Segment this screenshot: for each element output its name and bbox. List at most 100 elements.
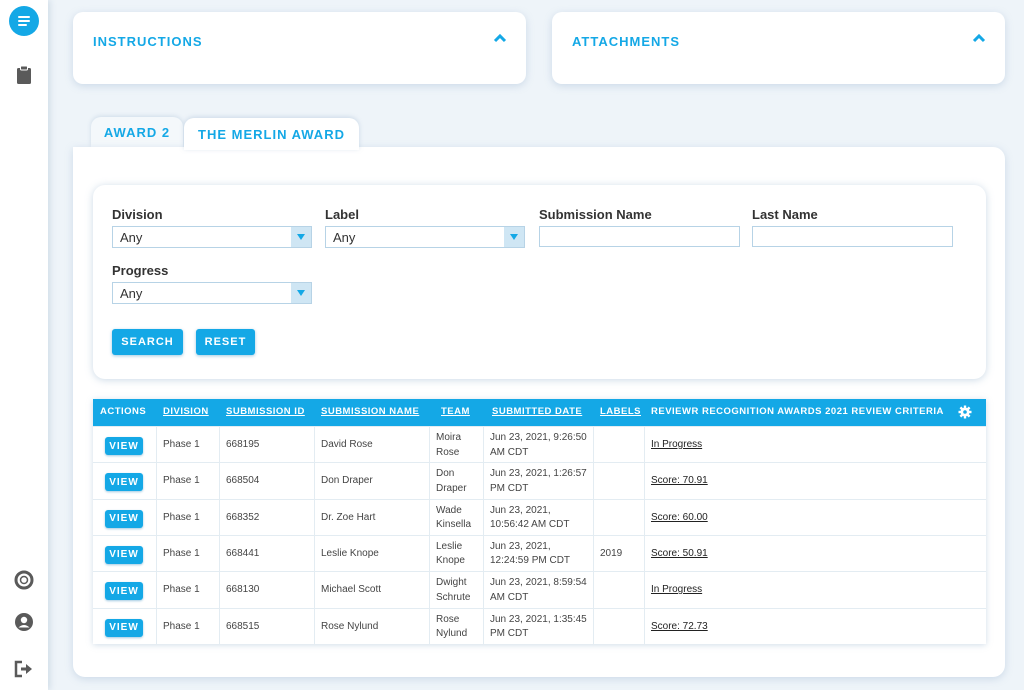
view-button[interactable]: VIEW xyxy=(105,618,143,637)
chevron-up-icon[interactable] xyxy=(492,30,508,46)
cell-submission-name: David Rose xyxy=(321,439,373,450)
cell-submission-name: Michael Scott xyxy=(321,584,382,596)
last-name-label: Last Name xyxy=(752,207,818,222)
view-button[interactable]: VIEW xyxy=(105,473,143,492)
label-value: Any xyxy=(333,230,356,245)
cell-team-line1: Rose xyxy=(436,613,460,625)
view-button[interactable]: VIEW xyxy=(105,582,143,601)
cell-date-line2: 12:24:59 PM CDT xyxy=(490,555,571,567)
header-division[interactable]: DIVISION xyxy=(163,406,209,417)
cell-team-line2: Schrute xyxy=(436,591,471,603)
cell-team-line1: Moira xyxy=(436,432,462,443)
cell-submission-id: 668352 xyxy=(226,511,260,523)
sidebar xyxy=(0,0,48,690)
table-row: VIEW Phase 1 668504 Don Draper Don Draper Jun … xyxy=(93,462,986,498)
cell-team-line1: Leslie xyxy=(436,540,463,552)
cell-submitted-date: Jun 23, 2021, 12:24:59 PM CDT xyxy=(490,540,570,569)
header-actions: ACTIONS xyxy=(100,406,147,417)
search-button[interactable]: SEARCH xyxy=(112,329,183,355)
cell-date-line2: PM CDT xyxy=(490,482,529,494)
header-team[interactable]: TEAM xyxy=(441,406,470,417)
chevron-up-icon[interactable] xyxy=(971,30,987,46)
cell-date-line1: Jun 23, 2021, xyxy=(490,540,551,552)
cell-team-line2: Kinsella xyxy=(436,519,472,531)
header-submitted-date[interactable]: SUBMITTED DATE xyxy=(492,406,582,417)
cell-submission-id: 668130 xyxy=(226,584,260,596)
cell-review-status-link[interactable]: Score: 50.91 xyxy=(651,547,708,562)
view-button[interactable]: VIEW xyxy=(105,437,143,455)
cell-division: Phase 1 xyxy=(163,620,200,632)
cell-date-line1: Jun 23, 2021, 9:26:50 xyxy=(490,432,587,443)
submission-name-label: Submission Name xyxy=(539,207,652,222)
header-submission-name[interactable]: SUBMISSION NAME xyxy=(321,406,419,417)
submission-name-input[interactable] xyxy=(539,226,740,247)
dropdown-arrow-icon xyxy=(291,227,311,247)
cell-date-line1: Jun 23, 2021, xyxy=(490,504,551,516)
cell-team: Dwight Schrute xyxy=(436,576,470,605)
header-submission-id[interactable]: SUBMISSION ID xyxy=(226,406,305,417)
view-button[interactable]: VIEW xyxy=(105,509,143,528)
cell-submission-name: Dr. Zoe Hart xyxy=(321,511,376,523)
cell-submitted-date: Jun 23, 2021, 8:59:54 AM CDT xyxy=(490,576,587,605)
cell-date-line2: 10:56:42 AM CDT xyxy=(490,519,570,531)
cell-team: Rose Nylund xyxy=(436,613,467,642)
cell-review-status-link[interactable]: Score: 70.91 xyxy=(651,474,708,489)
cell-division: Phase 1 xyxy=(163,547,200,559)
cell-team-line1: Don xyxy=(436,468,455,480)
cell-submission-name: Don Draper xyxy=(321,475,373,487)
table-row: VIEW Phase 1 668515 Rose Nylund Rose Nylund Ju… xyxy=(93,607,986,644)
table-row: VIEW Phase 1 668352 Dr. Zoe Hart Wade Kinsell… xyxy=(93,498,986,535)
table-header: ACTIONS DIVISION SUBMISSION ID SUBMISSIO… xyxy=(93,399,986,426)
dropdown-arrow-icon xyxy=(504,227,524,247)
cell-team-line2: Draper xyxy=(436,482,467,494)
submissions-table: ACTIONS DIVISION SUBMISSION ID SUBMISSIO… xyxy=(93,399,986,644)
instructions-title: INSTRUCTIONS xyxy=(93,34,203,49)
cell-team: Leslie Knope xyxy=(436,540,465,569)
chat-logo-icon[interactable] xyxy=(9,6,39,36)
cell-team-line2: Rose xyxy=(436,446,460,458)
cell-submission-id: 668195 xyxy=(226,439,260,450)
table-row: VIEW Phase 1 668441 Leslie Knope Leslie Knope… xyxy=(93,534,986,571)
last-name-input[interactable] xyxy=(752,226,953,247)
cell-date-line2: AM CDT xyxy=(490,591,529,603)
logout-icon[interactable] xyxy=(12,657,36,681)
division-label: Division xyxy=(112,207,163,222)
gear-icon[interactable] xyxy=(958,405,972,419)
cell-team: Wade Kinsella xyxy=(436,504,471,533)
division-value: Any xyxy=(120,230,143,245)
cell-review-status-link[interactable]: In Progress xyxy=(651,438,702,453)
attachments-title: ATTACHMENTS xyxy=(572,34,681,49)
cell-review-status-link[interactable]: Score: 72.73 xyxy=(651,620,708,635)
tab-award-2[interactable]: AWARD 2 xyxy=(91,117,183,147)
header-labels[interactable]: LABELS xyxy=(600,406,641,417)
cell-date-line1: Jun 23, 2021, 8:59:54 xyxy=(490,577,587,589)
label-select[interactable]: Any xyxy=(325,226,525,248)
division-select[interactable]: Any xyxy=(112,226,312,248)
cell-team-line2: Nylund xyxy=(436,628,468,639)
help-lifebuoy-icon[interactable] xyxy=(12,568,36,592)
view-button[interactable]: VIEW xyxy=(105,545,143,564)
cell-submitted-date: Jun 23, 2021, 1:35:45 PM CDT xyxy=(490,613,587,642)
cell-division: Phase 1 xyxy=(163,439,200,450)
tab-the-merlin-award[interactable]: THE MERLIN AWARD xyxy=(184,118,359,150)
cell-team: Don Draper xyxy=(436,467,467,496)
dropdown-arrow-icon xyxy=(291,283,311,303)
cell-division: Phase 1 xyxy=(163,475,200,487)
progress-label: Progress xyxy=(112,263,169,278)
cell-review-status-link[interactable]: Score: 60.00 xyxy=(651,511,708,526)
cell-review-status-link[interactable]: In Progress xyxy=(651,583,702,598)
table-row: VIEW Phase 1 668195 David Rose Moira Rose Jun … xyxy=(93,426,986,462)
clipboard-icon[interactable] xyxy=(12,63,36,87)
cell-division: Phase 1 xyxy=(163,511,200,523)
cell-division: Phase 1 xyxy=(163,584,200,596)
user-profile-icon[interactable] xyxy=(12,610,36,634)
cell-submission-id: 668441 xyxy=(226,547,260,559)
cell-date-line1: Jun 23, 2021, 1:26:57 xyxy=(490,468,587,480)
cell-submission-id: 668504 xyxy=(226,475,260,487)
cell-submission-id: 668515 xyxy=(226,620,260,632)
cell-labels: 2019 xyxy=(600,547,623,559)
reset-button[interactable]: RESET xyxy=(196,329,255,355)
attachments-panel: ATTACHMENTS xyxy=(552,12,1005,84)
progress-select[interactable]: Any xyxy=(112,282,312,304)
cell-team: Moira Rose xyxy=(436,431,461,460)
